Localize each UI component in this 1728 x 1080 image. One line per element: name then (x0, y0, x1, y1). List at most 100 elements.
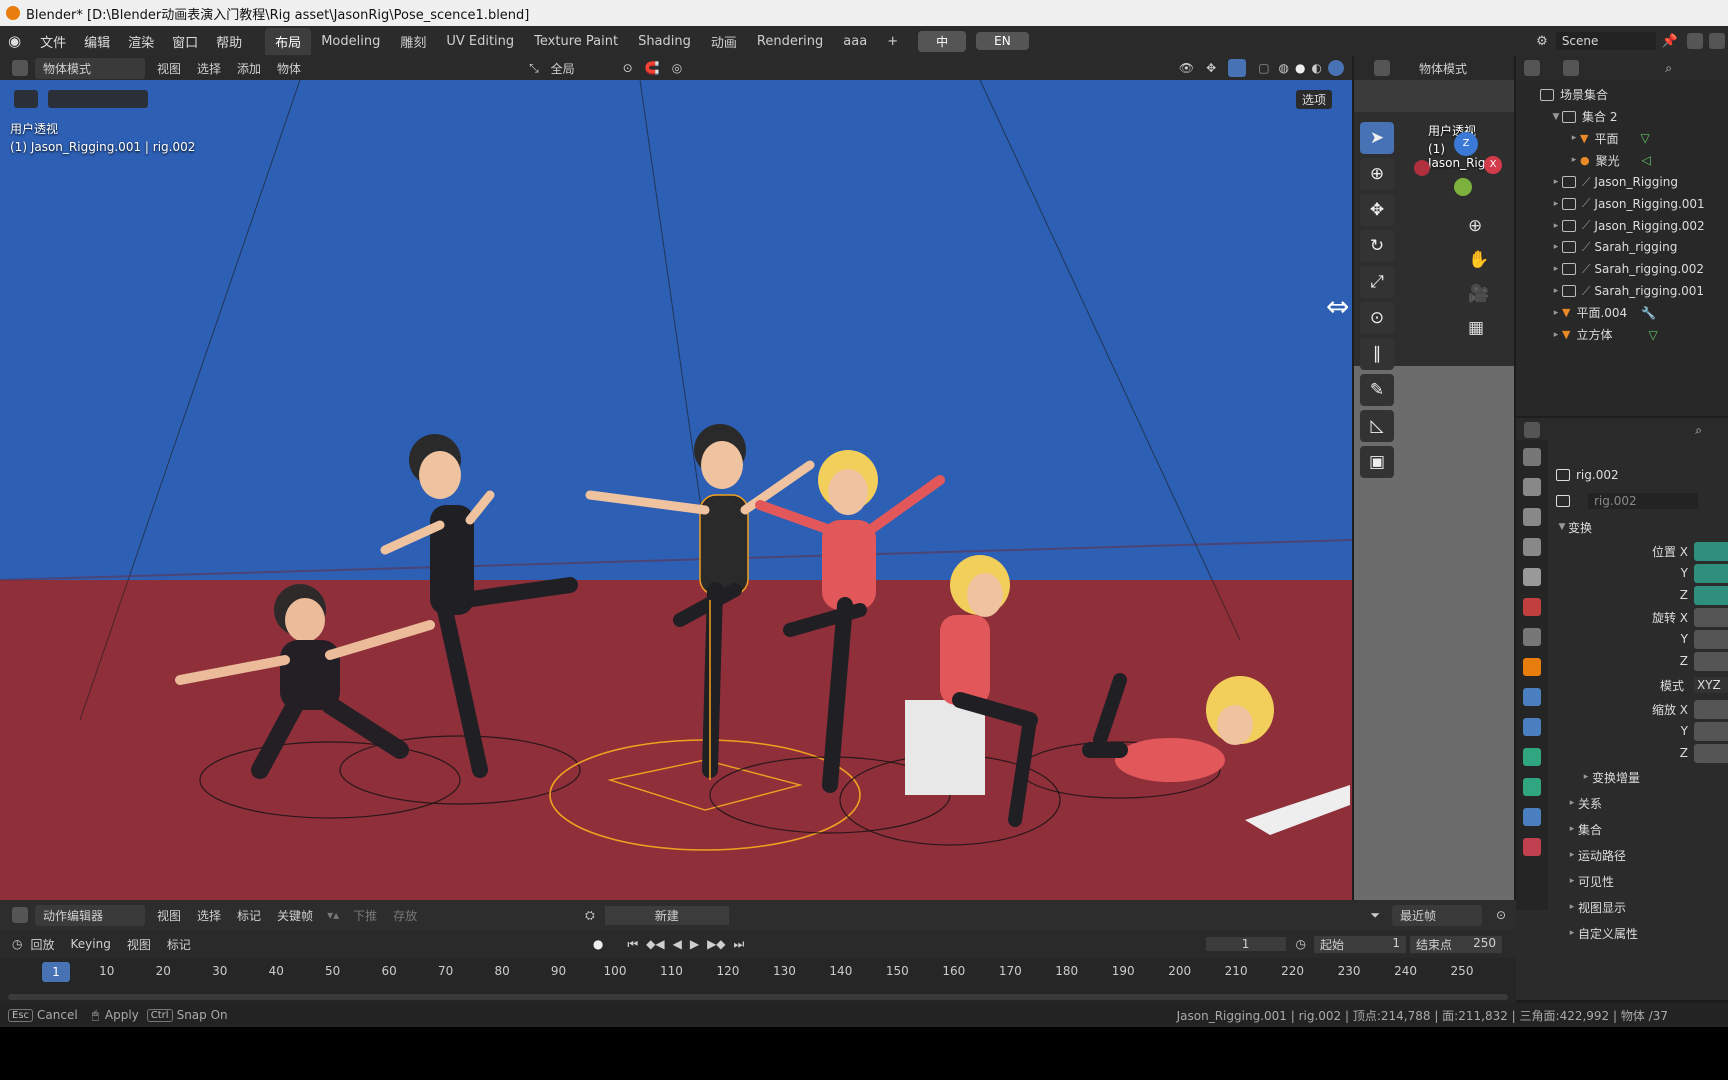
zoom-icon[interactable]: ⊕ (1468, 216, 1482, 236)
render-tab-icon[interactable] (1523, 478, 1541, 496)
proportional-icon[interactable]: ⊙ (1496, 908, 1506, 922)
armature-data-tab-icon[interactable] (1523, 778, 1541, 796)
menu-edit[interactable]: 编辑 (75, 32, 119, 51)
gizmo-neg-x-axis[interactable] (1414, 160, 1430, 176)
tab-animation[interactable]: 动画 (701, 28, 747, 55)
tab-rendering[interactable]: Rendering (747, 30, 833, 53)
texture-tab-icon[interactable] (1523, 838, 1541, 856)
outliner-item[interactable]: ▸ ⟋ Sarah_rigging.002 (1540, 258, 1728, 280)
object-data-icon[interactable] (1556, 495, 1570, 507)
options-dropdown[interactable]: 选项 (1296, 90, 1333, 109)
outliner-item[interactable]: ▼ 集合 2 (1540, 106, 1728, 128)
push-down-button[interactable]: 下推 (345, 907, 385, 924)
rotate-tool-icon[interactable]: ↻ (1360, 230, 1394, 262)
outliner-item[interactable]: ▸ ▼ 平面.004 🔧 (1540, 302, 1728, 324)
tool-tab-icon[interactable] (1523, 448, 1541, 466)
tab-uv-editing[interactable]: UV Editing (436, 30, 524, 53)
scale-y-field[interactable] (1694, 721, 1728, 741)
scene-tab-icon[interactable] (1523, 568, 1541, 586)
outliner-item[interactable]: ▸ ▼ 立方体 ▽ (1540, 324, 1728, 346)
timeline-editor-icon[interactable]: ◷ (12, 937, 22, 951)
scale-z-field[interactable] (1694, 743, 1728, 763)
blender-menu-icon[interactable]: ◉ (8, 32, 21, 50)
tab-texture-paint[interactable]: Texture Paint (524, 30, 628, 53)
location-y-field[interactable] (1694, 563, 1728, 583)
action-editor-dropdown[interactable]: 动作编辑器 (35, 904, 145, 926)
outliner-item[interactable]: ▸ ⟋ Jason_Rigging (1540, 171, 1728, 193)
layer-down-icon[interactable]: ▾▴ (327, 908, 339, 922)
menu-help[interactable]: 帮助 (207, 32, 251, 51)
gizmo-icon[interactable]: ✥ (1206, 61, 1216, 75)
jump-end-icon[interactable]: ⏭ (734, 937, 745, 952)
tab-layout[interactable]: 布局 (265, 27, 312, 55)
perspective-grid-icon[interactable]: ▦ (1468, 318, 1484, 338)
playback-dropdown[interactable]: 回放 (22, 936, 62, 953)
physics-tab-icon[interactable] (1523, 718, 1541, 736)
action-menu-view[interactable]: 视图 (149, 907, 189, 924)
outliner-item[interactable]: ▸ ● 聚光 ◁ (1540, 149, 1728, 171)
new-action-button[interactable]: 新建 (604, 905, 729, 925)
outliner-item[interactable]: ▸ ⟋ Sarah_rigging (1540, 237, 1728, 259)
gizmo-x-axis[interactable]: X (1484, 156, 1502, 174)
transform-tool-icon[interactable]: ⊙ (1360, 302, 1394, 334)
tab-sculpt[interactable]: 雕刻 (390, 28, 436, 55)
current-frame-field[interactable]: 1 (1205, 937, 1286, 951)
gizmo-z-axis[interactable]: Z (1454, 132, 1478, 156)
properties-search-icon[interactable]: ⌕ (1695, 423, 1702, 438)
transform-header[interactable]: ▼ 变换 (1556, 514, 1728, 540)
dopesheet-editor-icon[interactable] (12, 907, 28, 923)
3d-viewport[interactable]: 用户透视 (1) Jason_Rigging.001 | rig.002 选项 … (0, 80, 1352, 900)
measure-tool-icon[interactable]: ◺ (1360, 410, 1394, 442)
cursor-tool-icon[interactable]: ⊕ (1360, 158, 1394, 190)
constraint-tab-icon[interactable] (1523, 748, 1541, 766)
play-icon[interactable]: ▶ (690, 937, 699, 951)
rendered-shading-icon[interactable] (1328, 60, 1344, 76)
action-menu-keyframe[interactable]: 关键帧 (269, 907, 321, 924)
add-cube-tool-icon[interactable]: ▣ (1360, 446, 1394, 478)
delta-transform-header[interactable]: ▸ 变换增量 (1556, 764, 1728, 790)
scene-name[interactable]: Scene (1555, 32, 1656, 50)
rotation-x-field[interactable] (1694, 607, 1728, 627)
outliner-editor-icon[interactable] (1524, 60, 1540, 76)
search-icon[interactable]: ⌕ (1665, 61, 1672, 76)
action-browse-icon[interactable]: ⛭ (585, 908, 595, 923)
add-workspace-button[interactable]: + (877, 30, 908, 53)
outliner-item[interactable]: ▸ ▼ 平面 ▽ (1540, 128, 1728, 150)
modifier-tab-icon[interactable] (1523, 688, 1541, 706)
object-tab-icon[interactable] (1523, 658, 1541, 676)
jump-start-icon[interactable]: ⏮ (627, 937, 638, 952)
tab-aaa[interactable]: aaa (833, 30, 877, 53)
current-frame-marker[interactable]: 1 (42, 962, 70, 982)
pin-icon[interactable]: 📌 (1662, 34, 1678, 49)
lang-zh-button[interactable]: 中 (918, 30, 967, 52)
delete-scene-icon[interactable] (1709, 33, 1725, 49)
stash-button[interactable]: 存放 (385, 907, 425, 924)
timeline-menu-marker[interactable]: 标记 (159, 936, 199, 953)
side-editor-type-icon[interactable] (1374, 60, 1390, 76)
keying-dropdown[interactable]: Keying (63, 937, 119, 951)
timeline-scrollbar[interactable] (8, 994, 1508, 1000)
rotation-y-field[interactable] (1694, 629, 1728, 649)
collection-tab-icon[interactable] (1523, 628, 1541, 646)
viewport-menu-select[interactable]: 选择 (189, 60, 229, 77)
section-relations[interactable]: ▸ 关系 (1556, 790, 1728, 816)
timeline-menu-view[interactable]: 视图 (119, 936, 159, 953)
section-motion-paths[interactable]: ▸ 运动路径 (1556, 842, 1728, 868)
rotation-z-field[interactable] (1694, 651, 1728, 671)
rotation-mode-dropdown[interactable]: XYZ (1694, 677, 1728, 693)
lang-en-button[interactable]: EN (976, 32, 1029, 50)
menu-file[interactable]: 文件 (31, 32, 75, 51)
select-tool-icon[interactable]: ➤ (1360, 122, 1394, 154)
end-frame-field[interactable]: 结束点 250 (1410, 935, 1502, 953)
material-shading-icon[interactable]: ◐ (1312, 61, 1322, 75)
annotate-tool-icon[interactable]: ∥ (1360, 338, 1394, 370)
menu-window[interactable]: 窗口 (163, 32, 207, 51)
scale-x-field[interactable] (1694, 699, 1728, 719)
transform-orientation-dropdown[interactable]: 全局 (542, 57, 613, 79)
side-mode-dropdown[interactable]: 物体模式 (1393, 60, 1475, 77)
next-keyframe-icon[interactable]: ▶◆ (707, 937, 725, 951)
section-custom-properties[interactable]: ▸ 自定义属性 (1556, 920, 1728, 946)
scale-tool-icon[interactable]: ⤢ (1360, 266, 1394, 298)
viewport-menu-add[interactable]: 添加 (229, 60, 269, 77)
outliner-item[interactable]: ▸ ⟋ Sarah_rigging.001 (1540, 280, 1728, 302)
